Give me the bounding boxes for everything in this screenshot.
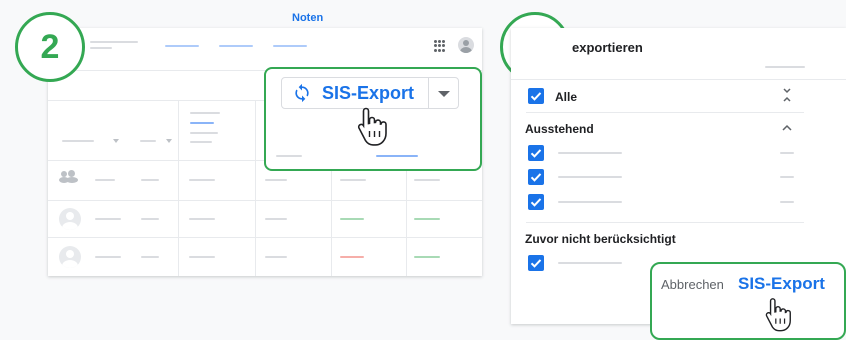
cell-placeholder xyxy=(141,218,159,220)
sis-export-label: SIS-Export xyxy=(322,83,415,103)
app-subtitle-placeholder xyxy=(90,47,112,49)
app-title-placeholder xyxy=(90,41,138,43)
cell-placeholder xyxy=(265,256,287,258)
header-placeholder xyxy=(765,66,805,68)
grade-placeholder[interactable] xyxy=(340,218,364,220)
tab-noten[interactable]: Noten xyxy=(292,12,323,24)
student-name-placeholder xyxy=(95,218,121,220)
column-divider xyxy=(255,100,256,276)
column-header-placeholder xyxy=(140,140,156,142)
cell-placeholder xyxy=(189,218,215,220)
caret-down-icon xyxy=(438,91,450,97)
cell-placeholder xyxy=(414,179,440,181)
apps-grid-icon[interactable] xyxy=(434,40,446,52)
assignment-meta-placeholder xyxy=(190,132,218,134)
assignment-meta-placeholder xyxy=(190,141,212,143)
cell-placeholder xyxy=(276,155,302,157)
select-all-label: Alle xyxy=(555,90,578,104)
step-2-badge: 2 xyxy=(15,12,85,82)
student-avatar-icon xyxy=(59,208,81,230)
grade-placeholder[interactable] xyxy=(414,256,440,258)
export-options-dropdown[interactable] xyxy=(429,78,459,108)
sort-icon[interactable] xyxy=(113,139,119,143)
checkmark-icon xyxy=(530,149,542,158)
section-not-considered-heading: Zuvor nicht berücksichtigt xyxy=(525,232,676,246)
sis-export-split-button[interactable]: SIS-Export xyxy=(281,77,459,109)
cell-placeholder xyxy=(189,256,215,258)
student-checkbox[interactable] xyxy=(528,194,544,210)
row-divider xyxy=(48,200,482,201)
class-group-icon xyxy=(59,170,81,183)
student-name-placeholder xyxy=(558,201,622,203)
column-header-placeholder xyxy=(62,140,94,142)
tab-placeholder[interactable] xyxy=(219,45,253,47)
student-checkbox[interactable] xyxy=(528,255,544,271)
assignment-date-placeholder xyxy=(190,122,214,124)
section-divider xyxy=(526,222,804,223)
account-avatar-icon[interactable] xyxy=(458,37,474,53)
value-placeholder xyxy=(780,176,794,178)
hand-pointer-icon xyxy=(765,298,791,332)
cell-placeholder xyxy=(265,218,287,220)
cell-placeholder xyxy=(141,256,159,258)
checkmark-icon xyxy=(530,173,542,182)
student-checkbox[interactable] xyxy=(528,145,544,161)
dialog-title: exportieren xyxy=(572,40,643,55)
student-checkbox[interactable] xyxy=(528,169,544,185)
sis-export-button[interactable]: SIS-Export xyxy=(282,78,428,108)
chevron-up-icon[interactable] xyxy=(781,124,793,132)
student-name-placeholder xyxy=(558,152,622,154)
hand-pointer-icon xyxy=(357,107,387,146)
cell-placeholder xyxy=(141,179,159,181)
sis-export-confirm-button[interactable]: SIS-Export xyxy=(738,274,825,294)
checkmark-icon xyxy=(530,92,542,101)
student-name-placeholder xyxy=(558,262,622,264)
student-name-placeholder xyxy=(558,176,622,178)
column-divider xyxy=(178,100,179,276)
cell-placeholder xyxy=(340,179,366,181)
checkmark-icon xyxy=(530,259,542,268)
grade-placeholder[interactable] xyxy=(340,256,364,258)
grade-placeholder[interactable] xyxy=(414,218,440,220)
section-pending-heading: Ausstehend xyxy=(525,122,594,136)
value-placeholder xyxy=(780,152,794,154)
sync-icon xyxy=(295,83,309,103)
cell-placeholder xyxy=(376,155,418,157)
row-divider xyxy=(48,237,482,238)
cell-placeholder xyxy=(265,179,287,181)
student-name-placeholder xyxy=(95,256,121,258)
cancel-button[interactable]: Abbrechen xyxy=(661,277,724,292)
collapse-all-icon[interactable] xyxy=(781,87,793,103)
dialog-divider xyxy=(511,79,846,80)
value-placeholder xyxy=(780,201,794,203)
select-all-checkbox[interactable] xyxy=(528,88,544,104)
assignment-title-placeholder xyxy=(190,112,220,114)
section-divider xyxy=(526,112,804,113)
tab-placeholder[interactable] xyxy=(273,45,307,47)
cell-placeholder xyxy=(95,179,115,181)
checkmark-icon xyxy=(530,198,542,207)
tab-placeholder[interactable] xyxy=(165,45,199,47)
sort-icon[interactable] xyxy=(166,139,172,143)
student-avatar-icon xyxy=(59,246,81,268)
cell-placeholder xyxy=(189,179,215,181)
